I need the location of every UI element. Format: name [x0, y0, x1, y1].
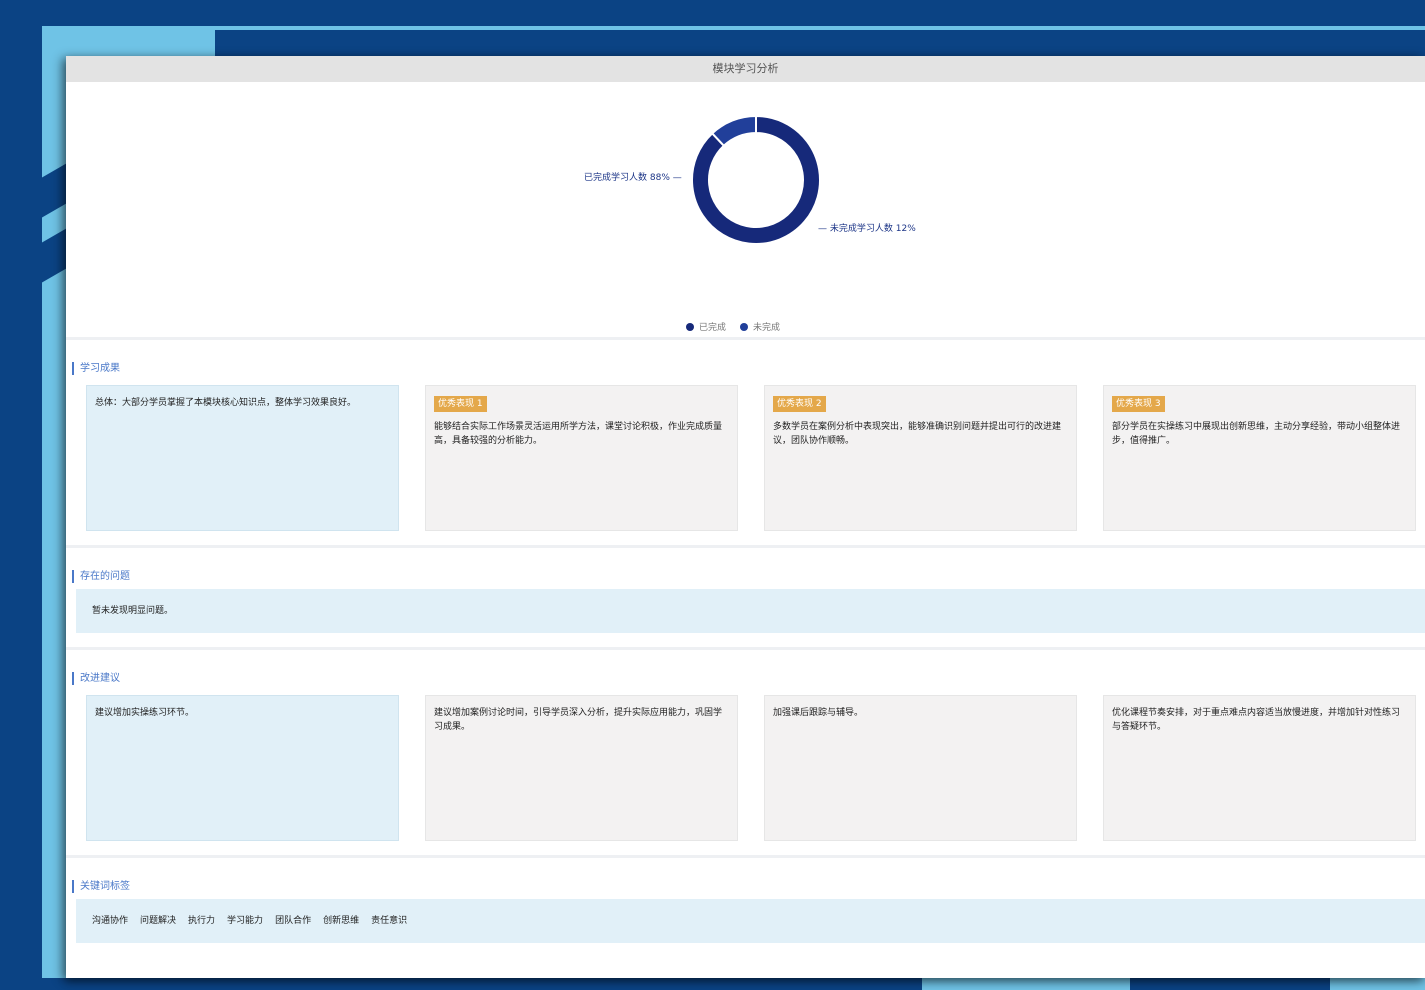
card-text: 优化课程节奏安排，对于重点难点内容适当放慢进度，并增加针对性练习与答疑环节。: [1112, 708, 1401, 732]
donut-callout-incomplete: — 未完成学习人数 12%: [818, 224, 916, 234]
card-text: 建议增加案例讨论时间，引导学员深入分析，提升实际应用能力，巩固学习成果。: [434, 708, 723, 732]
section-results: 学习成果 总体：大部分学员掌握了本模块核心知识点，整体学习效果良好。 优秀表现 …: [66, 340, 1425, 545]
section-suggestions: 改进建议 建议增加实操练习环节。 建议增加案例讨论时间，引导学员深入分析，提升实…: [66, 650, 1425, 855]
card-row: 总体：大部分学员掌握了本模块核心知识点，整体学习效果良好。 优秀表现 1 能够结…: [66, 385, 1425, 531]
section-title: 关键词标签: [72, 880, 1425, 893]
chart-area: 已完成学习人数 88% — — 未完成学习人数 12% 已完成 未完成: [66, 82, 1425, 340]
chart-legend: 已完成 未完成: [686, 320, 780, 333]
card-text: 部分学员在实操练习中展现出创新思维，主动分享经验，带动小组整体进步，值得推广。: [1112, 422, 1401, 446]
background-band: [1130, 978, 1330, 990]
legend-dot-icon: [686, 322, 694, 331]
summary-card: 总体：大部分学员掌握了本模块核心知识点，整体学习效果良好。: [86, 385, 399, 531]
legend-item[interactable]: 已完成: [686, 320, 726, 333]
keyword-tag: 沟通协作: [92, 916, 129, 926]
report-panel: 模块学习分析 已完成学习人数 88% — — 未完成学习人数 12% 已完成 未…: [66, 56, 1425, 978]
legend-dot-icon: [740, 322, 749, 331]
section-keywords: 关键词标签 沟通协作 问题解决 执行力 学习能力 团队合作 创新思维 责任意识: [66, 858, 1425, 943]
keyword-tag: 执行力: [188, 916, 216, 926]
section-title: 存在的问题: [72, 570, 1425, 583]
card-tag: 优秀表现 3: [1112, 396, 1165, 412]
keyword-tag: 学习能力: [227, 916, 264, 926]
result-card: 优秀表现 2 多数学员在案例分析中表现突出，能够准确识别问题并提出可行的改进建议…: [764, 385, 1077, 531]
suggestion-card: 建议增加案例讨论时间，引导学员深入分析，提升实际应用能力，巩固学习成果。: [425, 695, 738, 841]
keyword-tag: 创新思维: [323, 916, 360, 926]
keyword-tag: 团队合作: [275, 916, 312, 926]
card-text: 能够结合实际工作场景灵活运用所学方法，课堂讨论积极，作业完成质量高，具备较强的分…: [434, 422, 723, 446]
section-title: 改进建议: [72, 672, 1425, 685]
card-row: 建议增加实操练习环节。 建议增加案例讨论时间，引导学员深入分析，提升实际应用能力…: [66, 695, 1425, 841]
card-text: 加强课后跟踪与辅导。: [773, 708, 864, 718]
keyword-tag-list: 沟通协作 问题解决 执行力 学习能力 团队合作 创新思维 责任意识: [76, 899, 1425, 943]
legend-item[interactable]: 未完成: [740, 320, 780, 333]
donut-callout-completed: 已完成学习人数 88% —: [584, 173, 682, 183]
result-card: 优秀表现 3 部分学员在实操练习中展现出创新思维，主动分享经验，带动小组整体进步…: [1103, 385, 1416, 531]
summary-card: 建议增加实操练习环节。: [86, 695, 399, 841]
card-text: 多数学员在案例分析中表现突出，能够准确识别问题并提出可行的改进建议，团队协作顺畅…: [773, 422, 1062, 446]
legend-label: 已完成: [699, 323, 727, 333]
section-title: 学习成果: [72, 362, 1425, 375]
result-card: 优秀表现 1 能够结合实际工作场景灵活运用所学方法，课堂讨论积极，作业完成质量高…: [425, 385, 738, 531]
card-text: 总体：大部分学员掌握了本模块核心知识点，整体学习效果良好。: [95, 398, 357, 408]
suggestion-card: 优化课程节奏安排，对于重点难点内容适当放慢进度，并增加针对性练习与答疑环节。: [1103, 695, 1416, 841]
keyword-tag: 责任意识: [371, 916, 408, 926]
legend-label: 未完成: [753, 323, 781, 333]
issues-strip: 暂未发现明显问题。: [76, 589, 1425, 633]
panel-title: 模块学习分析: [66, 56, 1425, 82]
completion-donut-chart: [691, 114, 821, 245]
suggestion-card: 加强课后跟踪与辅导。: [764, 695, 1077, 841]
card-tag: 优秀表现 2: [773, 396, 826, 412]
donut-slice-0[interactable]: [691, 114, 821, 245]
card-tag: 优秀表现 1: [434, 396, 487, 412]
card-text: 建议增加实操练习环节。: [95, 708, 195, 718]
donut-slice-1[interactable]: [710, 114, 757, 148]
section-issues: 存在的问题 暂未发现明显问题。: [66, 548, 1425, 647]
keyword-tag: 问题解决: [140, 916, 177, 926]
background-band: [42, 978, 922, 990]
